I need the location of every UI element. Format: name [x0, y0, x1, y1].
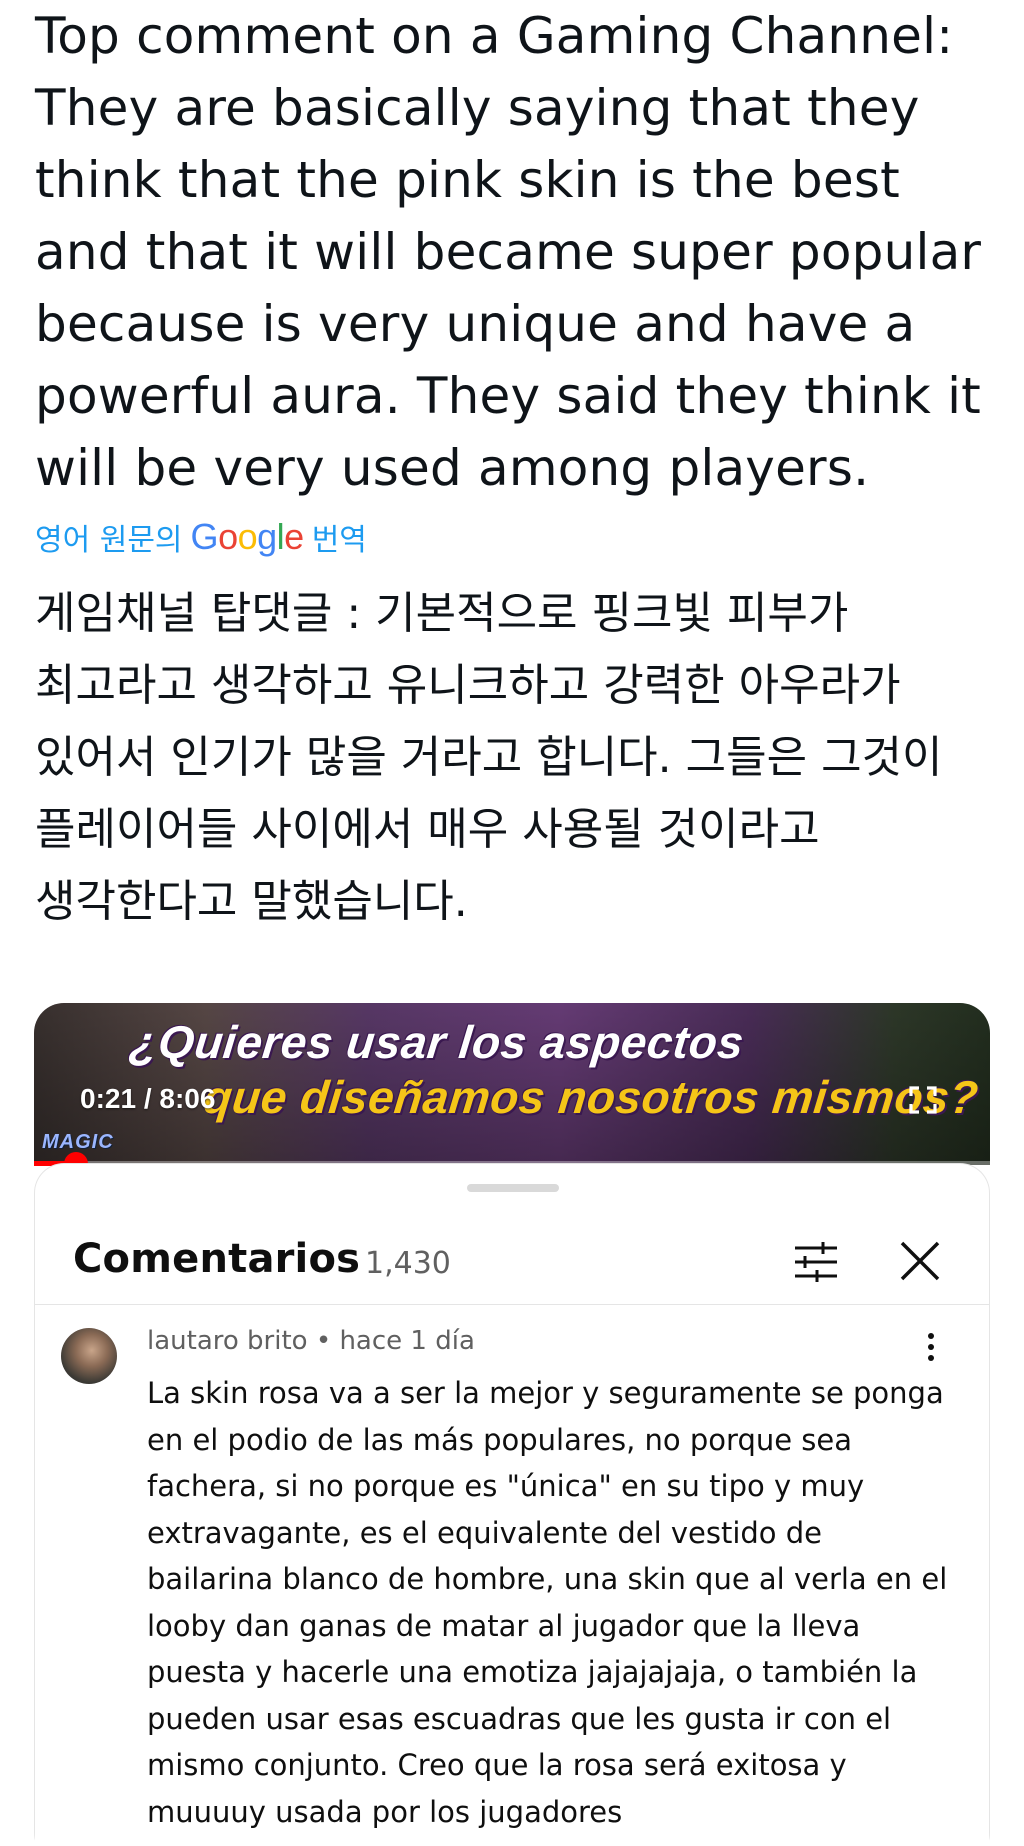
sort-filter-icon[interactable] [791, 1240, 841, 1284]
comment-item: lautaro brito • hace 1 día La skin rosa … [35, 1304, 990, 1846]
comment-meta: lautaro brito • hace 1 día [147, 1326, 475, 1356]
close-icon[interactable] [897, 1238, 943, 1284]
comments-header: Comentarios 1,430 [35, 1224, 990, 1305]
more-options-icon[interactable] [925, 1332, 937, 1362]
comment-age: hace 1 día [339, 1326, 475, 1356]
translated-by-google-link[interactable]: 영어 원문의 Google 번역 [35, 515, 367, 559]
sheet-drag-handle[interactable] [467, 1184, 559, 1192]
avatar[interactable] [61, 1328, 117, 1384]
tweet-text: Top comment on a Gaming Channel: They ar… [35, 7, 982, 497]
comments-count: 1,430 [365, 1246, 451, 1281]
translate-suffix: 번역 [311, 523, 367, 558]
video-caption-line1: ¿Quieres usar los aspectos [127, 1016, 747, 1068]
fullscreen-icon[interactable] [908, 1085, 938, 1115]
comments-title: Comentarios [73, 1236, 361, 1282]
video-caption-line2: que diseñamos nosotros mismos? [201, 1071, 981, 1123]
comments-sheet: Comentarios 1,430 lautaro brito • hace 1… [34, 1163, 990, 1846]
translate-prefix: 영어 원문의 [35, 523, 183, 558]
comment-text: La skin rosa va a ser la mejor y seguram… [147, 1376, 948, 1829]
translated-tweet-text: 게임채널 탑댓글 : 기본적으로 핑크빛 피부가 최고라고 생각하고 유니크하고… [35, 588, 943, 927]
attached-screenshot[interactable]: ¿Quieres usar los aspectos que diseñamos… [34, 1003, 990, 1846]
google-logo: Google [190, 516, 305, 557]
meta-separator: • [315, 1326, 332, 1356]
channel-logo: MAGIC [42, 1131, 114, 1153]
video-player[interactable]: ¿Quieres usar los aspectos que diseñamos… [34, 1003, 990, 1176]
video-timestamp: 0:21 / 8:06 [80, 1083, 216, 1114]
comment-author[interactable]: lautaro brito [147, 1326, 308, 1356]
